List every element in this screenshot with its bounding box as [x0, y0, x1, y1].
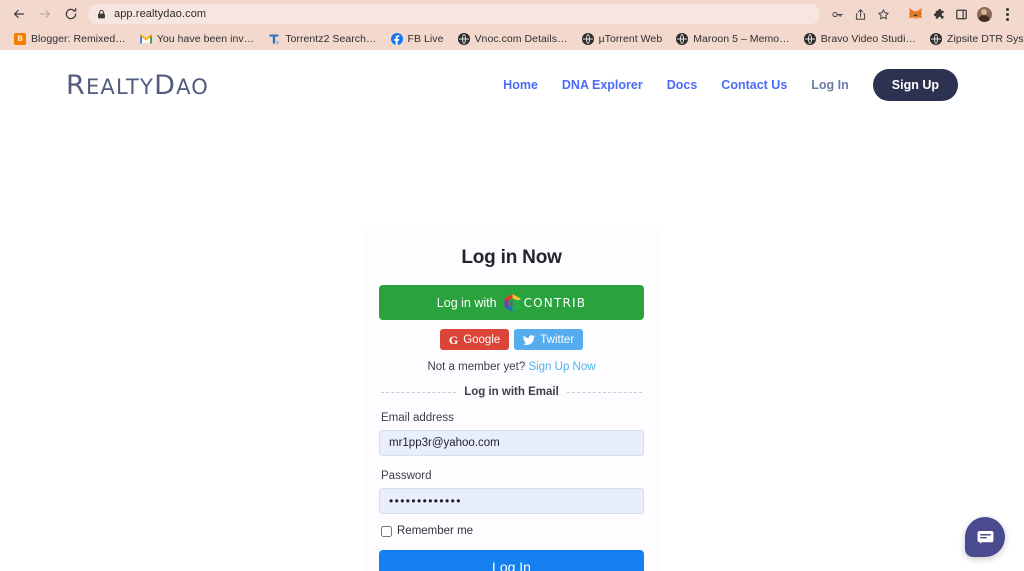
google-g-icon: G [448, 332, 459, 347]
password-label: Password [381, 470, 432, 482]
remember-me-label: Remember me [397, 525, 474, 537]
page-content: REALTYDAO Home DNA Explorer Docs Contact… [0, 50, 1024, 571]
profile-avatar-icon[interactable] [973, 3, 995, 25]
main-navigation: Home DNA Explorer Docs Contact Us Log In… [503, 69, 958, 101]
divider-line-right [566, 391, 642, 393]
bookmark-item[interactable]: 2 Torrentz2 Search… [261, 30, 383, 48]
email-field[interactable] [379, 430, 644, 456]
bookmark-item[interactable]: FB Live [384, 30, 451, 48]
bookmark-item[interactable]: µTorrent Web [575, 30, 670, 48]
address-bar[interactable]: app.realtydao.com [88, 4, 820, 24]
bookmark-label: Bravo Video Studi… [820, 33, 916, 45]
contrib-hexagon-icon [504, 293, 521, 312]
site-header: REALTYDAO Home DNA Explorer Docs Contact… [0, 50, 1024, 112]
svg-text:2: 2 [276, 40, 279, 45]
star-icon[interactable] [872, 3, 894, 25]
sign-up-now-link[interactable]: Sign Up Now [528, 361, 595, 373]
chat-widget-button[interactable] [965, 517, 1005, 557]
contrib-wordmark: CONTRIB [523, 295, 587, 310]
nav-contact-us[interactable]: Contact Us [721, 78, 787, 92]
social-login-row: G Google Twitter [379, 329, 644, 350]
back-button[interactable] [6, 2, 32, 26]
blogger-icon: B [14, 33, 26, 45]
extensions-puzzle-icon[interactable] [927, 3, 949, 25]
nav-dna-explorer[interactable]: DNA Explorer [562, 78, 643, 92]
bookmark-item[interactable]: Zipsite DTR System [923, 30, 1024, 48]
login-with-twitter-button[interactable]: Twitter [514, 329, 584, 350]
lock-icon [98, 9, 105, 18]
bookmarks-bar: B Blogger: Remixed… You have been inv… 2… [0, 28, 1024, 50]
divider-label: Log in with Email [464, 386, 559, 398]
nav-docs[interactable]: Docs [667, 78, 698, 92]
chat-bubble-icon [977, 530, 993, 544]
key-icon[interactable] [826, 3, 848, 25]
member-prompt-text: Not a member yet? [427, 361, 526, 373]
share-icon[interactable] [849, 3, 871, 25]
gmail-icon [139, 33, 152, 45]
globe-icon [457, 33, 470, 45]
member-prompt-row: Not a member yet? Sign Up Now [379, 361, 644, 373]
browser-chrome: app.realtydao.com B Blogger: Remixed… Yo… [0, 0, 1024, 50]
login-with-contrib-button[interactable]: Log in with CONTRIB [379, 285, 644, 320]
nav-home[interactable]: Home [503, 78, 538, 92]
bookmark-item[interactable]: Maroon 5 – Memo… [669, 30, 797, 48]
globe-icon [930, 33, 942, 45]
password-field[interactable] [379, 488, 644, 514]
globe-icon [676, 33, 689, 45]
email-section-divider: Log in with Email [379, 386, 644, 398]
reload-button[interactable] [58, 2, 84, 26]
globe-icon [803, 33, 816, 45]
url-text: app.realtydao.com [114, 8, 207, 20]
bookmark-label: Maroon 5 – Memo… [693, 33, 790, 45]
google-button-label: Google [463, 333, 501, 346]
login-with-google-button[interactable]: G Google [439, 329, 510, 350]
sidepanel-icon[interactable] [950, 3, 972, 25]
contrib-logo-lockup: CONTRIB [504, 293, 587, 312]
page-title: Log in Now [461, 247, 562, 268]
bookmark-label: You have been inv… [156, 33, 255, 45]
twitter-button-label: Twitter [540, 333, 575, 346]
email-label: Email address [381, 412, 454, 424]
browser-toolbar: app.realtydao.com [0, 0, 1024, 28]
forward-button[interactable] [32, 2, 58, 26]
sign-up-button[interactable]: Sign Up [872, 69, 958, 101]
toolbar-icon-group [826, 3, 1018, 25]
bookmark-label: Zipsite DTR System [947, 33, 1024, 45]
bookmark-label: Vnoc.com Details… [474, 33, 568, 45]
bookmark-label: µTorrent Web [598, 33, 663, 45]
nav-log-in[interactable]: Log In [811, 78, 849, 92]
bookmark-item[interactable]: Bravo Video Studi… [797, 30, 923, 48]
twitter-bird-icon [523, 334, 536, 345]
log-in-submit-button[interactable]: Log In [379, 550, 644, 571]
facebook-icon [390, 33, 403, 45]
remember-me-row[interactable]: Remember me [381, 525, 644, 537]
site-logo[interactable]: REALTYDAO [66, 72, 209, 99]
kebab-menu-icon[interactable] [996, 3, 1018, 25]
globe-icon [581, 33, 594, 45]
contrib-button-prefix: Log in with [436, 295, 497, 310]
bookmark-item[interactable]: You have been inv… [133, 30, 261, 48]
metamask-fox-icon[interactable] [904, 3, 926, 25]
remember-me-checkbox[interactable] [381, 525, 392, 537]
bookmark-label: Blogger: Remixed… [31, 33, 126, 45]
divider-line-left [381, 391, 457, 393]
torrentz2-icon: 2 [268, 33, 280, 45]
bookmark-label: FB Live [407, 33, 444, 45]
bookmark-item[interactable]: Vnoc.com Details… [451, 30, 575, 48]
login-card: Log in Now Log in with CONTRIB G Google … [363, 225, 660, 571]
avatar [976, 6, 992, 22]
bookmark-item[interactable]: B Blogger: Remixed… [7, 30, 133, 48]
bookmark-label: Torrentz2 Search… [285, 33, 377, 45]
